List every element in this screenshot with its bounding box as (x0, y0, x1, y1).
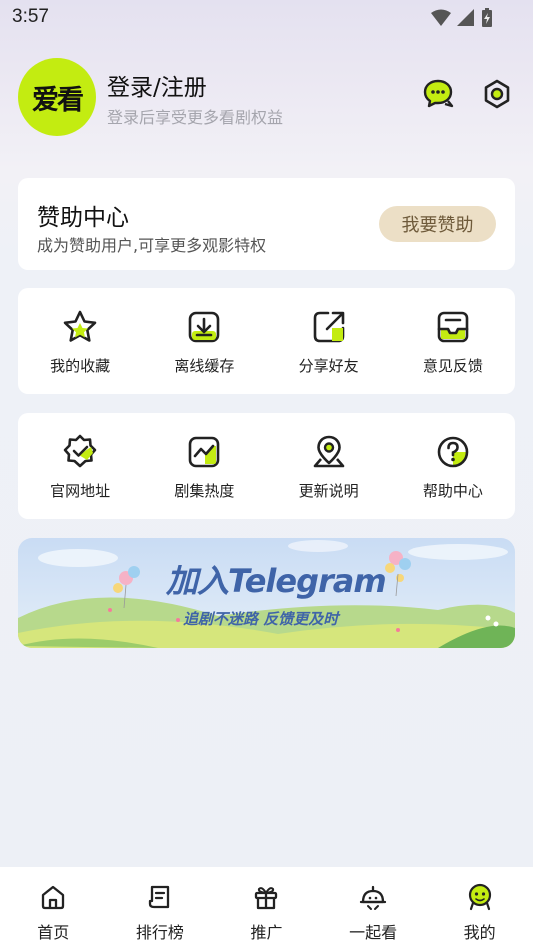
sponsor-button[interactable]: 我要赞助 (379, 206, 496, 242)
menu-label: 离线缓存 (174, 357, 235, 375)
sponsor-card: 赞助中心 成为赞助用户,可享更多观影特权 我要赞助 (18, 178, 515, 270)
settings-button[interactable] (479, 76, 515, 112)
signal-icon (457, 9, 474, 26)
home-icon (42, 885, 65, 910)
chat-bubble-icon (423, 79, 454, 108)
tab-label: 首页 (37, 923, 70, 942)
gift-icon (255, 887, 278, 910)
bottom-tab-bar: 首页 排行榜 推广 一起看 我的 (0, 867, 533, 948)
wifi-icon (431, 9, 451, 26)
tab-label: 推广 (250, 923, 283, 942)
badge-check-icon (63, 434, 97, 468)
download-icon (189, 311, 220, 343)
menu-item-favorites[interactable]: 我的收藏 (18, 288, 142, 394)
location-pin-icon (313, 435, 344, 468)
menu-item-feedback[interactable]: 意见反馈 (391, 288, 515, 394)
menu-item-help-center[interactable]: 帮助中心 (391, 413, 515, 519)
sponsor-subtitle: 成为赞助用户,可享更多观影特权 (37, 236, 267, 255)
menu-item-share[interactable]: 分享好友 (267, 288, 391, 394)
trend-chart-icon (189, 436, 220, 468)
tab-promote[interactable]: 推广 (213, 867, 320, 948)
login-register-link[interactable]: 登录/注册 (107, 68, 207, 102)
menu-label: 意见反馈 (422, 357, 483, 375)
menu-label: 剧集热度 (174, 482, 235, 500)
menu-item-offline-cache[interactable]: 离线缓存 (142, 288, 266, 394)
tab-label: 一起看 (349, 923, 398, 942)
menu-label: 官网地址 (50, 482, 111, 500)
menu-card-2: 官网地址 剧集热度 更新说明 帮助中心 (18, 413, 515, 519)
watch-together-icon (359, 885, 387, 910)
avatar-logo-text: 爱看 (32, 84, 84, 116)
menu-card-1: 我的收藏 离线缓存 分享好友 意见反馈 (18, 288, 515, 394)
login-subtitle: 登录后享受更多看剧权益 (107, 108, 284, 127)
tab-home[interactable]: 首页 (0, 867, 107, 948)
status-icons (431, 8, 493, 28)
status-time: 3:57 (12, 6, 49, 27)
menu-label: 我的收藏 (50, 357, 111, 375)
gear-icon (484, 79, 510, 109)
sponsor-title: 赞助中心 (37, 205, 129, 231)
banner-subtitle: 追剧不迷路 反馈更及时 (183, 610, 339, 628)
menu-label: 更新说明 (298, 482, 359, 500)
tab-ranking[interactable]: 排行榜 (107, 867, 214, 948)
profile-face-icon (468, 883, 491, 911)
tab-label: 排行榜 (135, 923, 184, 942)
battery-icon (482, 8, 492, 27)
tab-label: 我的 (463, 923, 496, 942)
menu-item-website[interactable]: 官网地址 (18, 413, 142, 519)
tab-watch-together[interactable]: 一起看 (320, 867, 427, 948)
profile-header: 爱看 登录/注册 登录后享受更多看剧权益 (18, 58, 518, 138)
tab-mine[interactable]: 我的 (426, 867, 533, 948)
menu-label: 分享好友 (298, 357, 359, 375)
telegram-banner[interactable]: 加入Telegram 追剧不迷路 反馈更及时 (18, 538, 515, 648)
ranking-icon (148, 885, 170, 909)
avatar[interactable]: 爱看 (18, 58, 96, 136)
help-icon (437, 436, 469, 468)
menu-item-update-notes[interactable]: 更新说明 (267, 413, 391, 519)
message-button[interactable] (420, 76, 456, 112)
menu-item-drama-heat[interactable]: 剧集热度 (142, 413, 266, 519)
share-icon (313, 311, 344, 343)
banner-title: 加入Telegram (166, 562, 387, 600)
status-bar: 3:57 (0, 0, 533, 36)
inbox-icon (437, 311, 469, 343)
star-icon (63, 310, 97, 342)
menu-label: 帮助中心 (422, 482, 483, 500)
